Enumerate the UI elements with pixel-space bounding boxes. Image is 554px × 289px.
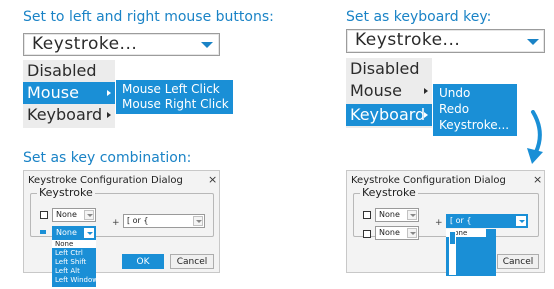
action-select[interactable]: Keystroke... bbox=[23, 33, 220, 56]
chevron-down-icon bbox=[516, 216, 526, 226]
group-label: Keystroke bbox=[37, 186, 95, 199]
submenu-arrow-icon bbox=[107, 112, 111, 118]
curved-arrow-icon bbox=[527, 110, 543, 164]
chevron-down-icon bbox=[407, 210, 417, 220]
key-dropdown[interactable]: [ or { bbox=[123, 214, 205, 228]
plus-sign: + bbox=[112, 218, 120, 228]
menu-item-disabled[interactable]: Disabled bbox=[346, 58, 432, 80]
action-menu: Disabled Mouse Keyboard bbox=[346, 58, 432, 128]
menu-item-mouse[interactable]: Mouse bbox=[23, 82, 115, 104]
submenu-item-left-click[interactable]: Mouse Left Click bbox=[122, 82, 220, 96]
ok-button[interactable]: OK bbox=[122, 254, 164, 269]
cancel-button[interactable]: Cancel bbox=[497, 254, 539, 269]
list-scrollbar[interactable] bbox=[449, 230, 456, 275]
modifier-list: None Left Ctrl Left Shift Left Alt Left … bbox=[52, 240, 102, 287]
heading-key-combination: Set as key combination: bbox=[23, 150, 192, 166]
chevron-down-icon bbox=[84, 228, 94, 238]
submenu-item-right-click[interactable]: Mouse Right Click bbox=[122, 97, 229, 111]
submenu-arrow-icon bbox=[107, 90, 111, 96]
action-menu: Disabled Mouse Keyboard bbox=[23, 60, 115, 128]
chevron-down-icon bbox=[407, 228, 417, 238]
cancel-button[interactable]: Cancel bbox=[170, 254, 214, 269]
action-select[interactable]: Keystroke... bbox=[346, 29, 545, 53]
list-item[interactable]: Left Ctrl bbox=[55, 249, 83, 257]
dialog-title: Keystroke Configuration Dialog bbox=[351, 175, 506, 186]
mouse-submenu: Mouse Left Click Mouse Right Click bbox=[116, 80, 233, 114]
menu-item-disabled[interactable]: Disabled bbox=[23, 60, 115, 82]
list-item[interactable]: None bbox=[52, 240, 96, 248]
modifier-checkbox-1[interactable] bbox=[363, 211, 371, 219]
modifier-checkbox-1[interactable] bbox=[40, 211, 48, 219]
list-item[interactable]: Left Alt bbox=[55, 267, 80, 275]
keystroke-dialog: Keystroke Configuration Dialog × Keystro… bbox=[346, 170, 545, 276]
chevron-down-icon bbox=[84, 210, 94, 220]
chevron-down-icon bbox=[527, 39, 539, 45]
submenu-item-keystroke[interactable]: Keystroke... bbox=[439, 118, 509, 132]
action-select-value: Keystroke... bbox=[32, 34, 138, 54]
modifier-dropdown-1[interactable]: None bbox=[375, 208, 419, 222]
group-label: Keystroke bbox=[360, 186, 418, 199]
submenu-item-undo[interactable]: Undo bbox=[439, 86, 470, 100]
menu-item-mouse[interactable]: Mouse bbox=[346, 80, 432, 102]
key-dropdown[interactable]: [ or { bbox=[446, 214, 528, 228]
key-list: None A B C D bbox=[446, 229, 496, 276]
chevron-down-icon bbox=[201, 42, 213, 48]
modifier-checkbox-2[interactable] bbox=[40, 230, 46, 234]
heading-mouse-buttons: Set to left and right mouse buttons: bbox=[23, 9, 274, 25]
list-item[interactable]: Left Windows bbox=[55, 276, 102, 284]
plus-sign: + bbox=[435, 218, 443, 228]
menu-item-keyboard[interactable]: Keyboard bbox=[23, 104, 115, 126]
close-icon[interactable]: × bbox=[533, 173, 542, 186]
modifier-checkbox-2[interactable] bbox=[363, 230, 371, 238]
scrollbar-thumb[interactable] bbox=[450, 232, 455, 244]
submenu-arrow-icon bbox=[424, 112, 428, 118]
modifier-dropdown-2[interactable]: None bbox=[375, 226, 419, 240]
list-item[interactable]: Left Shift bbox=[55, 258, 86, 266]
dialog-title: Keystroke Configuration Dialog bbox=[28, 175, 183, 186]
submenu-item-redo[interactable]: Redo bbox=[439, 102, 469, 116]
action-select-value: Keystroke... bbox=[355, 30, 461, 50]
submenu-arrow-icon bbox=[424, 88, 428, 94]
heading-keyboard-key: Set as keyboard key: bbox=[346, 9, 492, 25]
keystroke-dialog: Keystroke Configuration Dialog × Keystro… bbox=[23, 170, 220, 287]
modifier-dropdown-1[interactable]: None bbox=[52, 208, 96, 222]
close-icon[interactable]: × bbox=[208, 173, 217, 186]
keyboard-submenu: Undo Redo Keystroke... bbox=[433, 84, 517, 136]
modifier-dropdown-2[interactable]: None bbox=[52, 226, 96, 240]
menu-item-keyboard[interactable]: Keyboard bbox=[346, 104, 432, 126]
chevron-down-icon bbox=[193, 216, 203, 226]
